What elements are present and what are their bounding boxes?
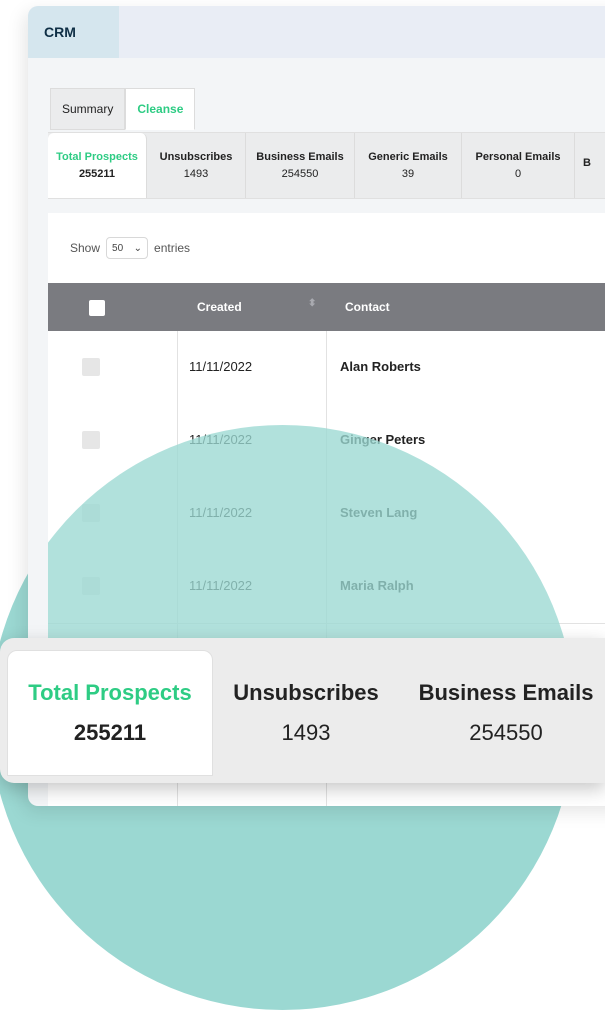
stat-total-prospects[interactable]: Total Prospects 255211 bbox=[48, 133, 147, 198]
stat-value: 39 bbox=[401, 168, 415, 180]
zoom-stat-label: Total Prospects bbox=[28, 680, 192, 705]
row-checkbox[interactable] bbox=[82, 431, 100, 449]
column-header-created[interactable]: Created bbox=[197, 300, 242, 314]
cell-created: 11/11/2022 bbox=[189, 359, 253, 374]
tab-cleanse[interactable]: Cleanse bbox=[125, 88, 196, 130]
stat-truncated[interactable]: B bbox=[575, 133, 605, 198]
stat-label: Total Prospects bbox=[56, 151, 138, 163]
stat-label: Business Emails bbox=[256, 151, 344, 163]
tab-summary[interactable]: Summary bbox=[50, 88, 126, 130]
cell-contact[interactable]: Steven Lang bbox=[340, 505, 417, 520]
select-all-checkbox[interactable] bbox=[89, 300, 105, 316]
cell-contact[interactable]: Maria Ralph bbox=[340, 578, 414, 593]
stat-label: B bbox=[583, 157, 591, 169]
zoom-stat-value: 1493 bbox=[281, 720, 331, 745]
stat-value: 0 bbox=[514, 168, 522, 180]
zoom-stat-value: 255211 bbox=[73, 720, 147, 745]
cell-created: 11/11/2022 bbox=[189, 505, 253, 520]
cell-contact[interactable]: Alan Roberts bbox=[340, 359, 421, 374]
table-header: Created ⬍ Contact bbox=[48, 283, 605, 331]
row-checkbox[interactable] bbox=[82, 504, 100, 522]
zoom-stat-unsubscribes[interactable]: Unsubscribes 1493 bbox=[230, 680, 382, 746]
zoomed-stats-bar: Total Prospects 255211 Unsubscribes 1493… bbox=[0, 638, 605, 783]
column-header-contact[interactable]: Contact bbox=[345, 300, 390, 314]
zoom-stat-label: Unsubscribes bbox=[233, 680, 379, 705]
stat-value: 255211 bbox=[78, 168, 116, 180]
cell-created: 11/11/2022 bbox=[189, 432, 253, 447]
top-bar: CRM bbox=[28, 6, 605, 58]
show-label: Show bbox=[70, 241, 101, 255]
stat-personal-emails[interactable]: Personal Emails 0 bbox=[462, 133, 575, 198]
page-size-select[interactable]: 50 ⌄ bbox=[106, 237, 149, 259]
stat-unsubscribes[interactable]: Unsubscribes 1493 bbox=[147, 133, 246, 198]
stat-label: Unsubscribes bbox=[159, 151, 233, 163]
app-title-tab[interactable]: CRM bbox=[28, 6, 119, 58]
view-tabs: Summary Cleanse bbox=[50, 88, 196, 130]
zoom-stat-total-prospects[interactable]: Total Prospects 255211 bbox=[28, 680, 192, 746]
stat-label: Personal Emails bbox=[475, 151, 561, 163]
app-title: CRM bbox=[44, 24, 76, 40]
stat-label: Generic Emails bbox=[368, 151, 448, 163]
cell-contact[interactable]: Ginger Peters bbox=[340, 432, 425, 447]
zoom-stat-business-emails[interactable]: Business Emails 254550 bbox=[418, 680, 594, 746]
stat-generic-emails[interactable]: Generic Emails 39 bbox=[355, 133, 462, 198]
entries-control: Show 50 ⌄ entries bbox=[70, 237, 190, 259]
stats-row: Total Prospects 255211 Unsubscribes 1493… bbox=[48, 132, 605, 199]
stat-value: 1493 bbox=[183, 168, 209, 180]
row-checkbox[interactable] bbox=[82, 577, 100, 595]
row-checkbox[interactable] bbox=[82, 358, 100, 376]
stat-value: 254550 bbox=[281, 168, 319, 180]
entries-label: entries bbox=[154, 241, 191, 255]
stat-business-emails[interactable]: Business Emails 254550 bbox=[246, 133, 355, 198]
cell-created: 11/11/2022 bbox=[189, 578, 253, 593]
zoom-stat-value: 254550 bbox=[469, 720, 543, 745]
sort-icon[interactable]: ⬍ bbox=[308, 298, 316, 309]
page-size-value: 50 bbox=[112, 242, 124, 254]
chevron-down-icon: ⌄ bbox=[133, 242, 143, 254]
zoom-stat-label: Business Emails bbox=[418, 680, 594, 705]
